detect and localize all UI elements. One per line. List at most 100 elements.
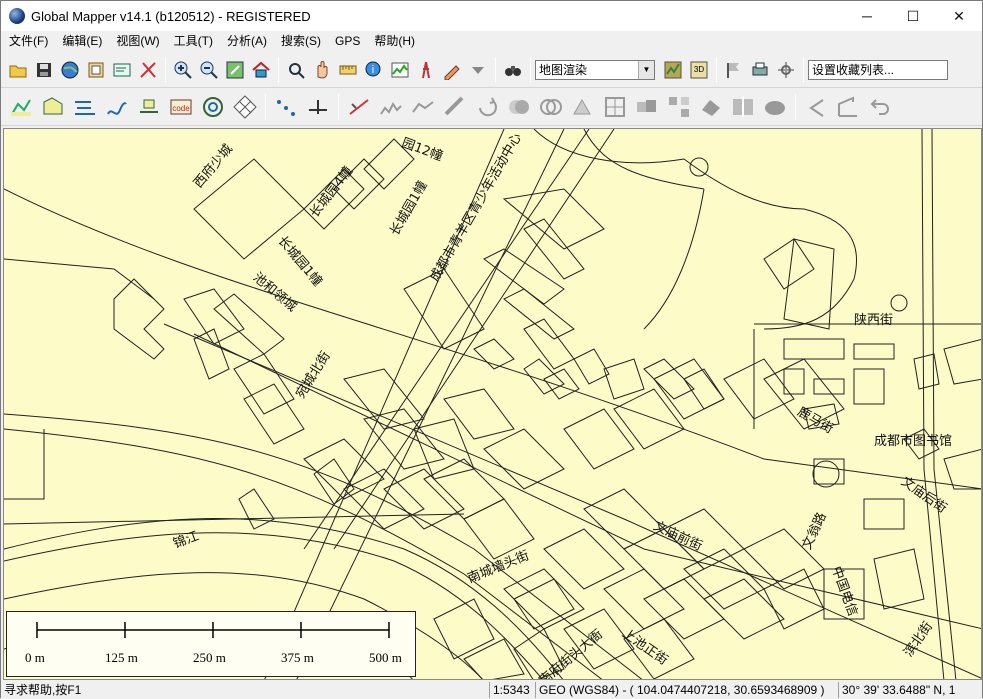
toolbar-separator xyxy=(530,56,531,83)
globe-data-icon[interactable] xyxy=(58,58,82,82)
menu-file[interactable]: 文件(F) xyxy=(5,31,52,51)
status-dms: 30° 39' 33.6488" N, 1 xyxy=(838,682,980,698)
simplify-icon[interactable] xyxy=(408,92,438,122)
grid-icon[interactable] xyxy=(230,92,260,122)
view-shed-icon[interactable] xyxy=(414,58,438,82)
create-area-icon[interactable] xyxy=(38,92,68,122)
toolbar-separator xyxy=(795,93,796,120)
vertex-icon[interactable] xyxy=(271,92,301,122)
digitizer-icon[interactable] xyxy=(440,58,464,82)
edit-feature-icon[interactable] xyxy=(6,92,36,122)
menu-bar: 文件(F) 编辑(E) 视图(W) 工具(T) 分析(A) 搜索(S) GPS … xyxy=(1,31,982,51)
create-curve-icon[interactable] xyxy=(102,92,132,122)
scale-label: 125 m xyxy=(105,650,138,665)
create-line-icon[interactable] xyxy=(70,92,100,122)
merge-icon[interactable] xyxy=(632,92,662,122)
move-vertex-icon[interactable] xyxy=(303,92,333,122)
zoom-in-icon[interactable] xyxy=(171,58,195,82)
corner-icon[interactable] xyxy=(833,92,863,122)
status-bar: 寻求帮助,按F1 1:5343 GEO (WGS84) - ( 104.0474… xyxy=(1,681,982,699)
globe-icon xyxy=(9,8,25,24)
explode-icon[interactable] xyxy=(664,92,694,122)
app-window: Global Mapper v14.1 (b120512) - REGISTER… xyxy=(0,0,983,699)
scale-label: 0 m xyxy=(25,650,45,665)
feature-info-icon[interactable]: i xyxy=(362,58,386,82)
smooth-icon[interactable] xyxy=(376,92,406,122)
render-mode-select[interactable]: 地图渲染 ▼ xyxy=(535,59,655,80)
zoom-out-icon[interactable] xyxy=(197,58,221,82)
config-tools-icon[interactable] xyxy=(136,58,160,82)
toolbar-separator xyxy=(716,56,717,83)
favorites-select[interactable]: 设置收藏列表... xyxy=(808,59,948,80)
menu-tools[interactable]: 工具(T) xyxy=(170,31,217,51)
split-line-icon[interactable] xyxy=(344,92,374,122)
zoom-tool-icon[interactable] xyxy=(284,58,308,82)
shader-icon[interactable] xyxy=(661,58,685,82)
layers-icon[interactable] xyxy=(84,58,108,82)
toolbar-separator xyxy=(803,56,804,83)
status-scale: 1:5343 xyxy=(489,682,535,698)
render-mode-value: 地图渲染 xyxy=(539,63,588,77)
round-icon[interactable] xyxy=(760,92,790,122)
toolbar-separator xyxy=(165,56,166,83)
map-vector-layer xyxy=(4,129,981,679)
pan-hand-icon[interactable] xyxy=(310,58,334,82)
svg-text:code: code xyxy=(172,104,190,113)
map-label: 成都市图书馆 xyxy=(874,434,953,449)
window-title: Global Mapper v14.1 (b120512) - REGISTER… xyxy=(31,8,311,24)
menu-edit[interactable]: 编辑(E) xyxy=(58,31,106,51)
minimize-button[interactable]: ─ xyxy=(844,1,890,31)
maximize-button[interactable]: ☐ xyxy=(890,1,936,31)
scale-bar: 0 m 125 m 250 m 375 m 500 m xyxy=(6,611,416,677)
close-button[interactable]: ✕ xyxy=(936,1,982,31)
digitizer-toolbar: code xyxy=(1,88,982,126)
menu-search[interactable]: 搜索(S) xyxy=(277,31,325,51)
toolbar-separator xyxy=(265,93,266,120)
status-help: 寻求帮助,按F1 xyxy=(4,683,82,697)
open-folder-icon[interactable] xyxy=(6,58,30,82)
print-icon[interactable] xyxy=(748,58,772,82)
toolbar-separator xyxy=(338,93,339,120)
menu-gps[interactable]: GPS xyxy=(331,31,364,51)
menu-view[interactable]: 视图(W) xyxy=(112,31,163,51)
undo-icon[interactable] xyxy=(865,92,895,122)
scale-bar-graphic xyxy=(36,622,390,638)
menu-help[interactable]: 帮助(H) xyxy=(370,31,419,51)
flag-icon[interactable] xyxy=(722,58,746,82)
scale-label: 375 m xyxy=(281,650,314,665)
3d-view-icon[interactable]: 3D xyxy=(687,58,711,82)
buffer-icon[interactable] xyxy=(440,92,470,122)
measure-icon[interactable] xyxy=(336,58,360,82)
create-point-icon[interactable] xyxy=(134,92,164,122)
intersect-icon[interactable] xyxy=(536,92,566,122)
favorites-value: 设置收藏列表... xyxy=(812,63,895,77)
range-ring-icon[interactable] xyxy=(198,92,228,122)
gps-track-icon[interactable] xyxy=(774,58,798,82)
binoculars-icon[interactable] xyxy=(501,58,525,82)
map-label: 陕西街 xyxy=(854,313,894,328)
svg-text:3D: 3D xyxy=(694,65,704,74)
toolbar-separator xyxy=(278,56,279,83)
rotate-icon[interactable] xyxy=(472,92,502,122)
fill-icon[interactable] xyxy=(696,92,726,122)
status-coordinates: GEO (WGS84) - ( 104.0474407218, 30.65934… xyxy=(535,682,838,698)
code-icon[interactable]: code xyxy=(166,92,196,122)
window-controls: ─ ☐ ✕ xyxy=(844,1,982,31)
full-view-icon[interactable] xyxy=(223,58,247,82)
path-profile-icon[interactable] xyxy=(388,58,412,82)
save-icon[interactable] xyxy=(32,58,56,82)
home-icon[interactable] xyxy=(249,58,273,82)
undo-move-icon[interactable] xyxy=(801,92,831,122)
menu-analysis[interactable]: 分析(A) xyxy=(223,31,271,51)
title-bar: Global Mapper v14.1 (b120512) - REGISTER… xyxy=(1,1,982,31)
crop-icon[interactable] xyxy=(600,92,630,122)
toolbar-separator xyxy=(495,56,496,83)
scale-label: 500 m xyxy=(369,650,402,665)
difference-icon[interactable] xyxy=(568,92,598,122)
overlay-control-icon[interactable] xyxy=(110,58,134,82)
dropdown-arrow-icon[interactable] xyxy=(466,58,490,82)
map-canvas[interactable]: 西府少城 长城园4幢 园12幢 长城园1幢 长城园1幢 成都市青羊区青少年活动中… xyxy=(3,128,982,680)
split-area-icon[interactable] xyxy=(728,92,758,122)
union-icon[interactable] xyxy=(504,92,534,122)
main-toolbar: i 地图渲染 ▼ 3D 设置收藏列表... xyxy=(1,52,982,88)
